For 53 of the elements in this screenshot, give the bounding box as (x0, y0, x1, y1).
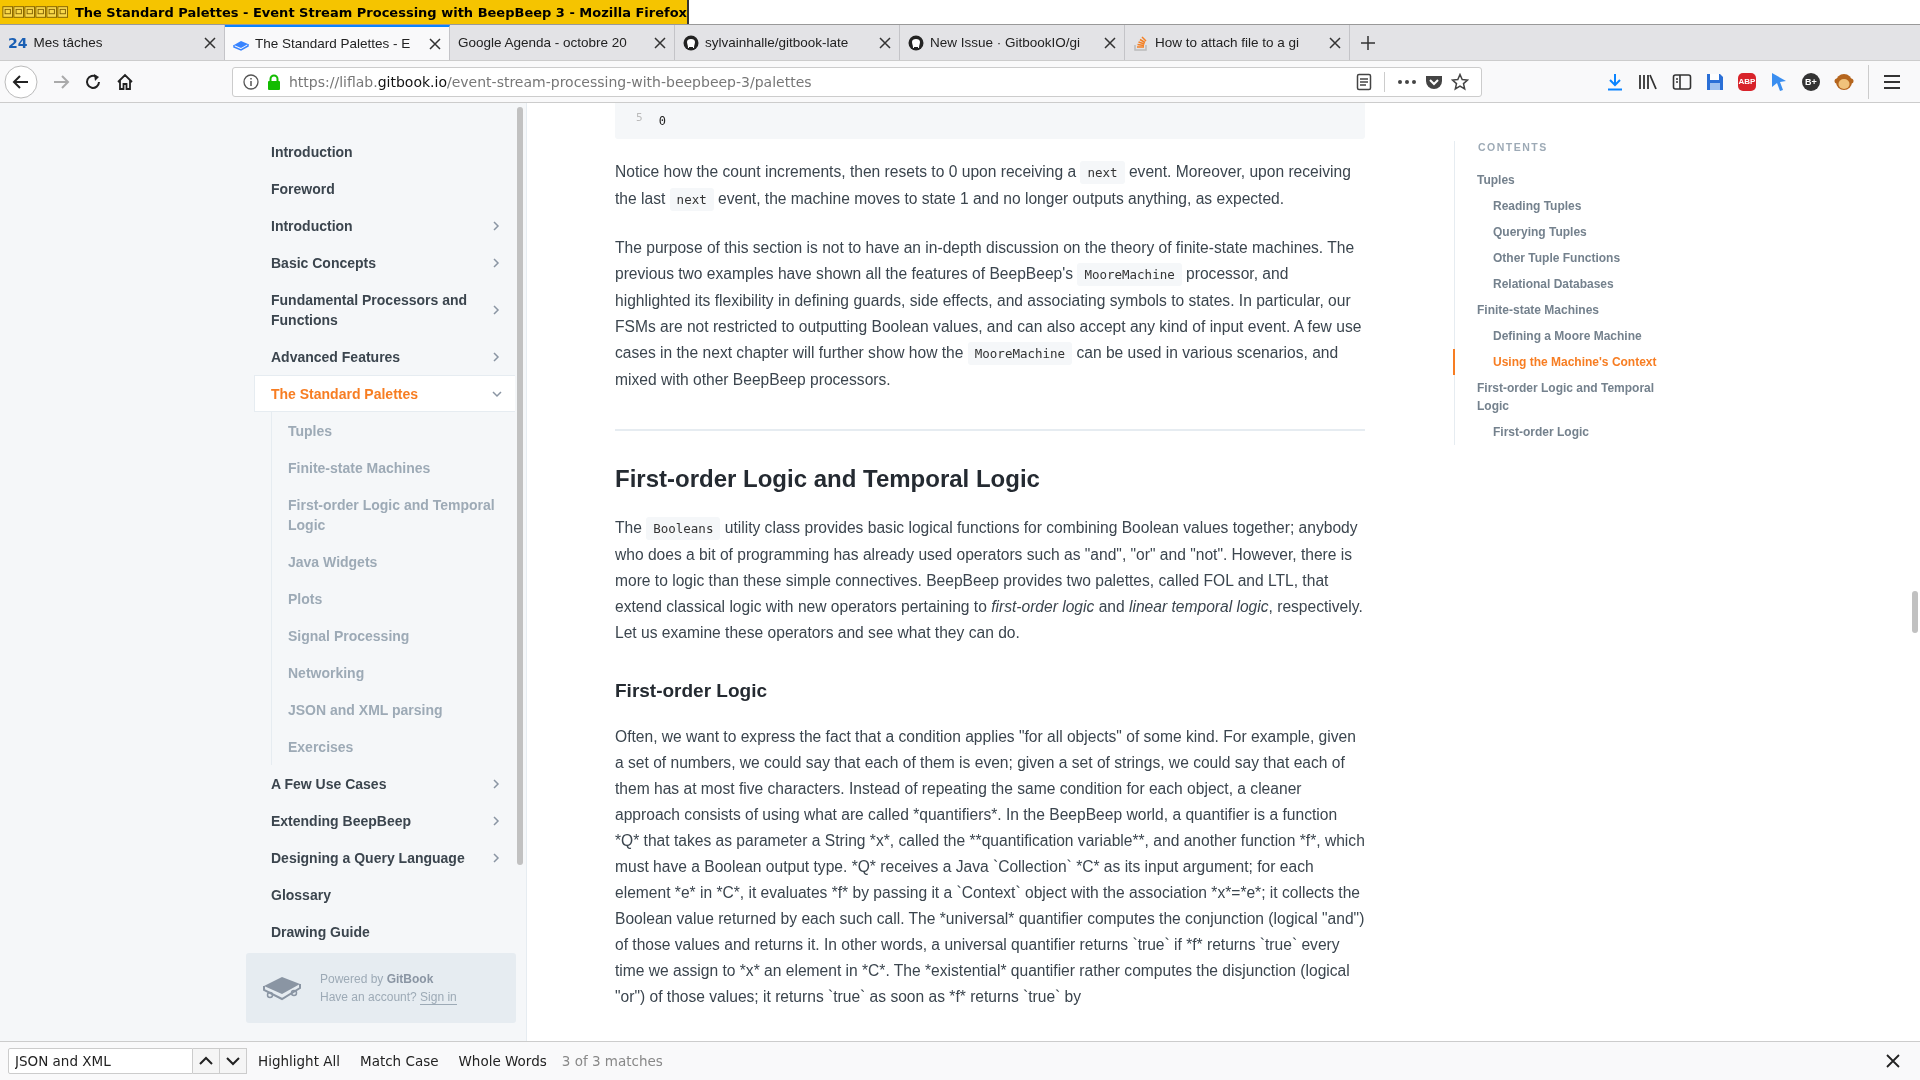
nav-item[interactable]: A Few Use Cases (254, 765, 515, 802)
match-count: 3 of 3 matches (561, 1053, 663, 1069)
paragraph: Often, we want to express the fact that a condition applies "for all objects" of some kind. For example, given a set of numbers, we could say that each of them is even; given a set of strings, we could say that each of them has at most five characters. Instead of repeating the same condition for each object, a cleaner approach consists of using what are called *quantifiers*. In the BeepBeep world, a quantifier is a function *Q* that takes as parameter a String *x*, called the **quantification variable**, and another function *f*, which must have a Boolean output type. *Q* receives a Java `Collection` *C* as its input argument; for each element *e* in *C*, it evaluates *f* by passing it a `Context` object with the association *x*=*e*; it collects the Boolean value returned by each such call. The *universal* quantifier computes the conjunction (logical "and") of those values and returns it. In other words, a universal quantifier returns `true` if *f* returns `true` every time we assign to *x* an element in *C*. The *existential* quantifier rather computes the disjunction (logical "or") of those values; it returns `true` as soon as *f* returns `true` by (615, 727, 1365, 1007)
contents-link[interactable]: Querying Tuples (1453, 219, 1679, 245)
tab-title: The Standard Palettes - E (255, 36, 412, 51)
nav-item[interactable]: Fundamental Processors and Functions (254, 281, 515, 338)
paragraph: The Booleans utility class provides basic logical functions for combining Boolean values together; anybody who does a bit of programming has already used operators such as "and", "or" and "not". However, there is more to logic than these simple connectives. BeepBeep provides two palettes, called FOL and LTL, that extend classical logic with new operators pertaining to first-order logic and linear temporal logic, respectively. Let us examine these operators and see what they can do. (615, 516, 1364, 643)
account-prompt: Have an account? (320, 990, 417, 1004)
tab-title: New Issue · GitbookIO/gi (930, 35, 1082, 50)
nav-item[interactable]: Designing a Query Language (254, 839, 515, 876)
address-field[interactable]: https://liflab.gitbook.io/event-stream-processing-with-beepbeep-3/palettes (232, 66, 1482, 97)
paragraph: The purpose of this section is not to have an in-depth discussion on the theory of finite-state machines. The previous two examples have shown all the features of BeepBeep's MooreMachine processor, and highlighted its flexibility in defining guards, side effects, and associating symbols to states. In particular, our FSMs are not restricted to outputting Boolean values, and can also accept any kind of input event. A few use cases in the next chapter will further show how the MooreMachine can be used in various scenarios, and mixed with other BeepBeep processors. (615, 238, 1363, 390)
find-option-button[interactable]: Whole Words (449, 1053, 556, 1069)
find-field[interactable]: JSON and XML (8, 1048, 193, 1074)
url-text: https://liflab.gitbook.io/event-stream-processing-with-beepbeep-3/palettes (289, 73, 812, 90)
browser-tab[interactable]: Google Agenda - octobre 20 (450, 25, 675, 60)
browser-tab[interactable]: sylvainhalle/gitbook-late (675, 25, 900, 60)
contents-link[interactable]: Tuples (1453, 167, 1679, 193)
contents-link[interactable]: Finite-state Machines (1453, 297, 1679, 323)
find-option-button[interactable]: Highlight All (249, 1053, 349, 1069)
window-title: The Standard Palettes - Event Stream Processing with BeepBeep 3 - Mozilla Firefox (74, 4, 687, 20)
b-plus-icon[interactable]: B+ (1802, 72, 1820, 91)
nav-item[interactable]: Extending BeepBeep (254, 802, 515, 839)
tab-title: Google Agenda - octobre 20 (458, 35, 628, 50)
nav-item[interactable]: Drawing Guide (254, 913, 515, 950)
code-line: 0 (658, 114, 666, 128)
tab-title: How to attach file to a gi (1155, 35, 1301, 50)
tab-title: sylvainhalle/gitbook-late (705, 35, 850, 50)
nav-item[interactable]: Introduction (254, 133, 515, 170)
contents-heading: CONTENTS (1477, 141, 1549, 153)
powered-by-text: Powered by GitBook (320, 972, 435, 986)
nav-item[interactable]: Introduction (254, 207, 515, 244)
calendar-icon: 24 (8, 34, 28, 51)
nav-item[interactable]: Glossary (254, 876, 515, 913)
contents-link[interactable]: First-order Logic and Temporal Logic (1453, 375, 1679, 419)
browser-tab[interactable]: New Issue · GitbookIO/gi (900, 25, 1125, 60)
contents-link[interactable]: Defining a Moore Machine (1453, 323, 1679, 349)
contents-link[interactable]: Other Tuple Functions (1453, 245, 1679, 271)
tab-title: Mes tâches (33, 35, 104, 50)
nav-item[interactable]: Basic Concepts (254, 244, 515, 281)
paragraph: Notice how the count increments, then resets to 0 upon receiving a next event. Moreover, upon receiving the last next event, the machine moves to state 1 and no longer outputs anything, as expected. (615, 159, 1365, 213)
contents-link[interactable]: Relational Databases (1453, 271, 1679, 297)
contents-link[interactable]: Reading Tuples (1453, 193, 1679, 219)
adblock-icon[interactable]: ABP (1738, 72, 1756, 91)
browser-tab[interactable]: The Standard Palettes - E (225, 25, 450, 60)
find-option-button[interactable]: Match Case (351, 1053, 448, 1069)
nav-item[interactable]: Foreword (254, 170, 515, 207)
section-heading: First-order Logic and Temporal Logic (615, 465, 1041, 493)
subsection-heading: First-order Logic (615, 680, 768, 702)
contents-link[interactable]: First-order Logic (1453, 419, 1679, 445)
line-number: 5 (636, 110, 643, 124)
nav-item[interactable]: Advanced Features (254, 338, 515, 375)
browser-tab[interactable]: How to attach file to a gi (1125, 25, 1350, 60)
